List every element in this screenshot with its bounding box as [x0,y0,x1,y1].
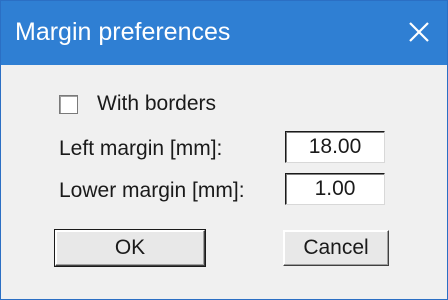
left-margin-label: Left margin [mm]: [59,137,223,160]
window-title: Margin preferences [15,18,231,46]
close-button[interactable] [399,11,439,53]
lower-margin-label: Lower margin [mm]: [59,179,245,202]
left-margin-input[interactable] [285,131,385,163]
close-icon [409,22,429,42]
dialog-body: With borders Left margin [mm]: Lower mar… [1,65,447,299]
lower-margin-input[interactable] [285,173,385,205]
with-borders-option[interactable]: With borders [59,91,216,117]
title-bar[interactable]: Margin preferences [1,1,447,65]
cancel-button[interactable]: Cancel [283,230,389,266]
ok-button[interactable]: OK [54,229,206,267]
with-borders-label[interactable]: With borders [97,92,216,116]
margin-preferences-dialog: Margin preferences With borders Left mar… [0,0,448,300]
with-borders-checkbox[interactable] [59,94,78,114]
